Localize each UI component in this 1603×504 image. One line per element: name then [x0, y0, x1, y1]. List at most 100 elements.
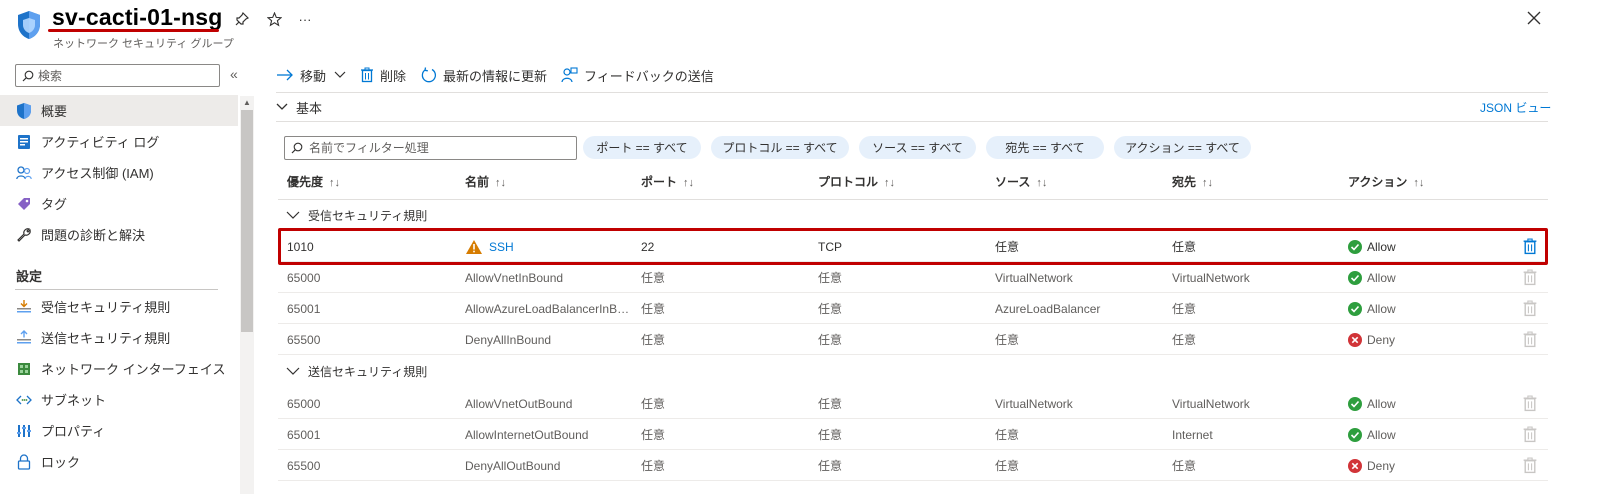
- cell-protocol: 任意: [818, 333, 843, 347]
- delete-rule-icon[interactable]: [1522, 426, 1538, 443]
- delete-rule-icon[interactable]: [1522, 300, 1538, 317]
- table-row[interactable]: 65500 DenyAllInBound 任意 任意 任意 任意 Deny: [278, 324, 1548, 355]
- column-header-source[interactable]: ソース ↑↓: [995, 173, 1047, 190]
- allow-check-icon: [1348, 270, 1362, 285]
- protocol-filter-pill[interactable]: プロトコル == すべて: [711, 136, 849, 159]
- sidebar-section-settings: 設定: [16, 269, 43, 284]
- favorite-button[interactable]: [263, 8, 285, 30]
- sidebar-item-iam[interactable]: アクセス制御 (IAM): [0, 157, 238, 188]
- more-button[interactable]: ···: [294, 8, 316, 30]
- sort-icon: ↑↓: [495, 177, 507, 189]
- row-divider: [278, 354, 1548, 355]
- pin-button[interactable]: [231, 8, 253, 30]
- delete-rule-icon[interactable]: [1522, 238, 1538, 255]
- chevron-down-icon: [276, 103, 288, 110]
- sidebar-item-locks[interactable]: ロック: [0, 446, 238, 477]
- table-row[interactable]: 65001 AllowInternetOutBound 任意 任意 任意 Internet…: [278, 419, 1548, 450]
- cell-source: VirtualNetwork: [995, 270, 1073, 285]
- outbound-rules-group[interactable]: 送信セキュリティ規則: [286, 360, 427, 382]
- table-row[interactable]: 65500 DenyAllOutBound 任意 任意 任意 任意 Deny: [278, 450, 1548, 481]
- delete-rule-icon[interactable]: [1522, 269, 1538, 286]
- feedback-button[interactable]: フィードバックの送信: [561, 66, 714, 85]
- cell-destination: 任意: [1172, 302, 1197, 316]
- table-row[interactable]: 65000 AllowVnetOutBound 任意 任意 VirtualNetwork…: [278, 388, 1548, 419]
- sidebar-item-inbound-rules[interactable]: 受信セキュリティ規則: [0, 291, 238, 322]
- name-filter-input[interactable]: [309, 141, 569, 155]
- sort-icon: ↑↓: [329, 177, 341, 189]
- cell-name: AllowVnetInBound: [465, 270, 564, 285]
- column-header-port[interactable]: ポート ↑↓: [641, 173, 694, 190]
- table-row[interactable]: 1010 SSH 22 TCP 任意 任意 Allow: [278, 231, 1548, 262]
- table-row[interactable]: 65000 AllowVnetInBound 任意 任意 VirtualNetwork V…: [278, 262, 1548, 293]
- cell-name: SSH: [465, 231, 635, 262]
- group-label: 送信セキュリティ規則: [308, 364, 428, 379]
- column-header-protocol[interactable]: プロトコル ↑↓: [818, 173, 895, 190]
- delete-button[interactable]: 削除: [360, 66, 406, 85]
- column-header-priority[interactable]: 優先度 ↑↓: [287, 173, 340, 190]
- close-icon[interactable]: [1522, 6, 1546, 30]
- outbound-rules-icon: [17, 329, 31, 343]
- sidebar-item-tags[interactable]: タグ: [0, 188, 238, 219]
- sidebar: « 概要 アクティビティ ログ アクセス制御 (IAM) タグ 問題の診断と解決…: [0, 58, 256, 504]
- cell-name: DenyAllOutBound: [465, 458, 561, 473]
- sidebar-item-properties[interactable]: プロパティ: [0, 415, 238, 446]
- cell-name: AllowAzureLoadBalancerInB…: [465, 301, 630, 316]
- cell-port: 任意: [641, 397, 666, 411]
- action-label: Allow: [1367, 396, 1396, 411]
- cell-priority: 65500: [287, 458, 321, 473]
- inbound-rules-group[interactable]: 受信セキュリティ規則: [286, 204, 427, 226]
- cell-action: Allow: [1348, 388, 1498, 419]
- rule-name-link[interactable]: SSH: [489, 240, 514, 254]
- refresh-button[interactable]: 最新の情報に更新: [420, 66, 547, 85]
- search-icon: [291, 142, 303, 154]
- sort-icon: ↑↓: [1036, 177, 1048, 189]
- sidebar-item-label: ロック: [41, 455, 81, 470]
- json-view-link[interactable]: JSON ビュー: [1480, 99, 1551, 116]
- sidebar-item-overview[interactable]: 概要: [0, 95, 238, 126]
- page-title: sv-cacti-01-nsg: [52, 4, 223, 30]
- search-icon: [22, 70, 34, 81]
- sidebar-item-label: 送信セキュリティ規則: [41, 331, 171, 346]
- title-highlight-underline: [48, 29, 219, 32]
- scroll-up-arrow-icon[interactable]: ▲: [243, 98, 251, 107]
- sidebar-item-activity-log[interactable]: アクティビティ ログ: [0, 126, 238, 157]
- move-button[interactable]: 移動: [276, 66, 346, 85]
- port-filter-pill[interactable]: ポート == すべて: [583, 136, 701, 159]
- name-filter[interactable]: [284, 136, 577, 160]
- action-label: Deny: [1367, 332, 1396, 347]
- delete-rule-icon[interactable]: [1522, 457, 1538, 474]
- action-filter-pill[interactable]: アクション == すべて: [1114, 136, 1251, 159]
- header-divider: [278, 199, 1548, 200]
- cell-priority: 65500: [287, 332, 321, 347]
- sidebar-item-subnets[interactable]: サブネット: [0, 384, 238, 415]
- delete-rule-icon[interactable]: [1522, 331, 1538, 348]
- cell-protocol: 任意: [818, 428, 843, 442]
- source-filter-pill[interactable]: ソース == すべて: [859, 136, 976, 159]
- nsg-shield-icon: [18, 11, 40, 39]
- essentials-toggle[interactable]: 基本: [276, 96, 322, 118]
- delete-rule-icon[interactable]: [1522, 395, 1538, 412]
- sort-icon: ↑↓: [1413, 177, 1425, 189]
- sidebar-scroll-thumb[interactable]: [241, 110, 253, 332]
- sidebar-search[interactable]: [15, 64, 220, 87]
- column-header-name[interactable]: 名前 ↑↓: [465, 173, 506, 190]
- sort-icon: ↑↓: [683, 177, 695, 189]
- sidebar-item-label: ネットワーク インターフェイス: [41, 362, 226, 377]
- collapse-sidebar-button[interactable]: «: [230, 66, 238, 82]
- cell-action: Allow: [1348, 231, 1498, 262]
- sidebar-item-diagnose[interactable]: 問題の診断と解決: [0, 219, 238, 250]
- allow-check-icon: [1348, 396, 1362, 411]
- activity-log-icon: [18, 134, 30, 149]
- table-row[interactable]: 65001 AllowAzureLoadBalancerInB… 任意 任意 Azure…: [278, 293, 1548, 324]
- destination-filter-pill[interactable]: 宛先 == すべて: [986, 136, 1104, 159]
- column-header-action[interactable]: アクション ↑↓: [1348, 173, 1424, 190]
- sidebar-item-outbound-rules[interactable]: 送信セキュリティ規則: [0, 322, 238, 353]
- sidebar-search-input[interactable]: [38, 68, 208, 83]
- action-label: Allow: [1367, 301, 1396, 316]
- properties-icon: [17, 424, 31, 437]
- action-label: Allow: [1367, 427, 1396, 442]
- sidebar-item-network-interfaces[interactable]: ネットワーク インターフェイス: [0, 353, 238, 384]
- cell-action: Deny: [1348, 324, 1498, 355]
- column-header-destination[interactable]: 宛先 ↑↓: [1172, 173, 1213, 190]
- page-header: sv-cacti-01-nsg ネットワーク セキュリティ グループ ···: [0, 0, 1603, 58]
